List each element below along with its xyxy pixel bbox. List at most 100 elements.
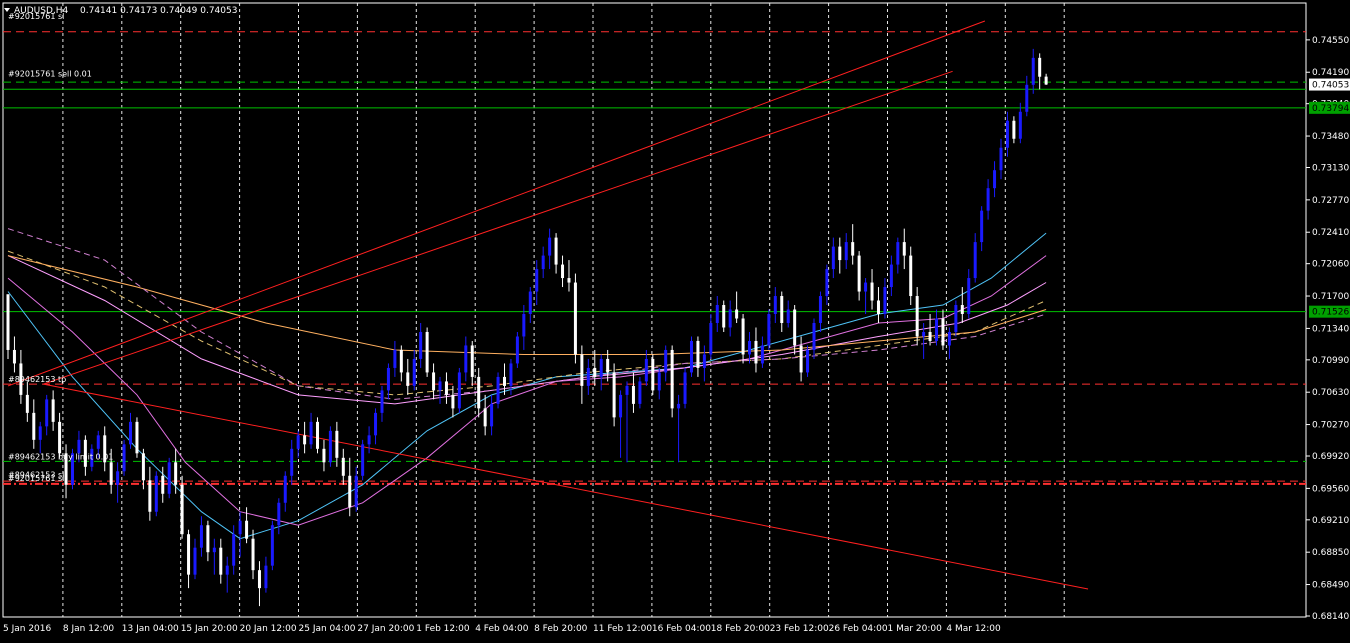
candle-body (947, 331, 951, 346)
candle-body (1031, 57, 1035, 85)
candle-body (341, 457, 345, 476)
bull-candle (689, 336, 693, 377)
bear-candle (425, 327, 429, 377)
candle-body (238, 520, 242, 535)
candle-body (735, 309, 739, 319)
candle-body (838, 246, 842, 261)
candle-body (135, 421, 139, 454)
bull-candle (767, 309, 771, 350)
candle-body (96, 435, 100, 449)
bear-candle (135, 417, 139, 458)
price-badge-label: 0.74053 (1312, 81, 1349, 91)
price-badge-label: 0.71526 (1312, 308, 1349, 318)
candle-body (51, 399, 55, 422)
candle-body (986, 188, 990, 211)
candle-body (935, 318, 939, 341)
bull-candle (515, 331, 519, 368)
candle-body (670, 349, 674, 409)
candle-body (870, 282, 874, 301)
candle-body (464, 345, 468, 373)
candle-body (335, 430, 339, 458)
candle-body (625, 385, 629, 395)
candle-body (264, 565, 268, 589)
y-tick-label: 0.68140 (1312, 612, 1349, 622)
candle-body (225, 565, 229, 575)
y-tick-label: 0.71340 (1312, 324, 1349, 334)
candle-body (32, 412, 36, 440)
candle-body (374, 412, 378, 436)
candle-body (25, 394, 29, 413)
candle-body (412, 358, 416, 386)
candle-body (773, 296, 777, 315)
price-badge-label: 0.73794 (1312, 104, 1349, 114)
price-chart[interactable]: #92015761 sl #92015761 sell 0.01 #89462153… (0, 0, 1350, 639)
candle-body (116, 471, 120, 485)
candle-body (154, 475, 158, 512)
candle-body (973, 242, 977, 279)
candle-body (561, 264, 565, 279)
candle-body (348, 475, 352, 508)
candle-body (651, 358, 655, 391)
candle-body (638, 381, 642, 404)
candle-body (206, 525, 210, 553)
order-label: #89462153 tp (8, 375, 66, 384)
y-tick-label: 0.74550 (1312, 36, 1349, 46)
candle-body (741, 318, 745, 355)
candle-body (296, 435, 300, 449)
candle-body (309, 421, 313, 445)
candle-body (677, 403, 681, 409)
chart-canvas[interactable]: #92015761 sl #92015761 sell 0.01 #89462153… (0, 0, 1350, 639)
candle-body (689, 340, 693, 373)
candle-body (109, 462, 113, 485)
bear-candle (722, 300, 726, 332)
candle-body (316, 421, 320, 449)
candle-body (354, 475, 358, 508)
bull-candle (496, 372, 500, 409)
candle-body (212, 547, 216, 553)
candle-body (270, 525, 274, 566)
candle-body (831, 246, 835, 270)
candle-body (760, 345, 764, 364)
candle-body (187, 534, 191, 575)
candle-body (644, 358, 648, 382)
candle-body (490, 403, 494, 427)
candle-body (193, 547, 197, 575)
candle-body (528, 291, 532, 315)
bull-candle (457, 367, 461, 413)
candle-body (793, 309, 797, 346)
order-label: #92015761 sl (8, 474, 64, 483)
candle-body (232, 534, 236, 566)
y-tick-label: 0.72060 (1312, 260, 1349, 270)
y-tick-label: 0.70990 (1312, 356, 1349, 366)
x-tick-label: 8 Feb 20:00 (534, 624, 588, 634)
candle-body (806, 349, 810, 373)
candle-body (290, 448, 294, 476)
y-tick-label: 0.69560 (1312, 484, 1349, 494)
candle-body (477, 376, 481, 409)
candle-body (786, 309, 790, 323)
candle-body (954, 305, 958, 332)
candle-body (812, 322, 816, 350)
candle-body (612, 372, 616, 418)
candle-body (683, 372, 687, 404)
x-tick-label: 23 Feb 12:00 (770, 624, 829, 634)
candle-body (380, 390, 384, 413)
candle-body (129, 421, 133, 445)
candle-body (818, 296, 822, 323)
bull-candle (122, 439, 126, 476)
candle-body (386, 367, 390, 391)
candle-body (219, 547, 223, 575)
y-tick-label: 0.68490 (1312, 581, 1349, 591)
x-tick-label: 4 Mar 12:00 (946, 624, 1001, 634)
candle-body (438, 381, 442, 391)
candle-body (799, 345, 803, 373)
candle-body (502, 376, 506, 386)
candle-body (77, 439, 81, 454)
candle-body (883, 287, 887, 315)
candle-body (631, 385, 635, 404)
x-tick-label: 20 Jan 12:00 (240, 624, 297, 634)
candle-body (664, 349, 668, 373)
candle-body (509, 363, 513, 386)
candle-body (148, 480, 152, 512)
bear-candle (670, 345, 674, 418)
